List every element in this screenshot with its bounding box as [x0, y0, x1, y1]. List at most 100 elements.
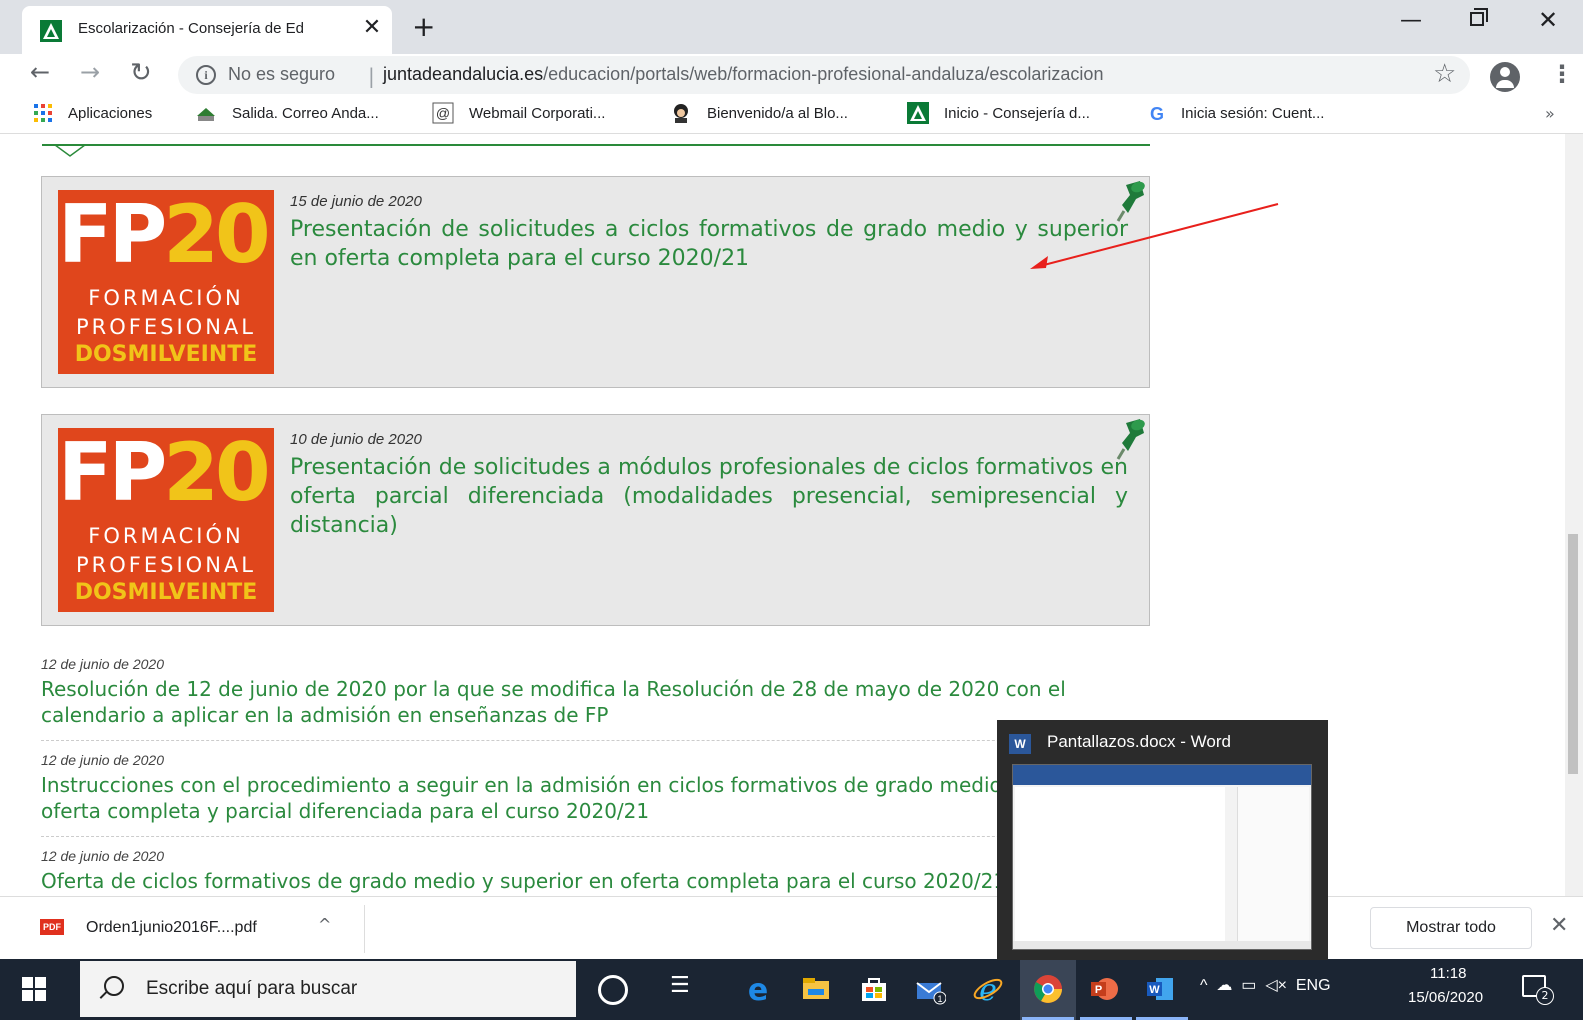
download-item[interactable]: Orden1junio2016F....pdf [86, 919, 257, 937]
windows-taskbar: Escribe aquí para buscar ☰ e 1 e P W ^ ☁… [0, 959, 1583, 1020]
bookmark-inicia-sesion[interactable]: Inicia sesión: Cuent... [1181, 105, 1324, 122]
featured-card[interactable]: FP20 FORMACIÓN PROFESIONAL DOSMILVEINTE … [41, 414, 1150, 626]
account-icon[interactable] [1490, 62, 1520, 92]
at-sign-icon: @ [432, 102, 454, 124]
page-content: FP20 FORMACIÓN PROFESIONAL DOSMILVEINTE … [0, 134, 1583, 896]
news-divider [41, 740, 1150, 741]
scrollbar-track[interactable] [1565, 134, 1583, 896]
bookmark-salida-correo[interactable]: Salida. Correo Anda... [232, 105, 379, 122]
reload-icon[interactable]: ↻ [130, 58, 152, 88]
show-all-button[interactable]: Mostrar todo [1370, 907, 1532, 949]
thumbnail-ribbon [1013, 765, 1311, 785]
card-title-link[interactable]: Presentación de solicitudes a ciclos for… [290, 215, 1128, 273]
junta-andalucia-icon [907, 102, 929, 124]
chrome-icon[interactable] [1032, 973, 1064, 1005]
download-divider [364, 905, 365, 953]
word-taskbar-preview[interactable]: W Pantallazos.docx - Word [997, 720, 1328, 960]
bookmark-webmail[interactable]: Webmail Corporati... [469, 105, 605, 122]
restore-icon[interactable] [1470, 8, 1488, 26]
volume-muted-icon: ◁× [1265, 977, 1287, 994]
browser-tab[interactable]: Escolarización - Consejería de Ed ✕ [22, 6, 392, 54]
fp20-logo-line2: PROFESIONAL [76, 315, 256, 339]
mail-badge: 1 [937, 994, 942, 1004]
svg-text:W: W [1149, 984, 1160, 996]
url-path: /educacion/portals/web/formacion-profesi… [543, 64, 1104, 84]
mail-outbox-icon [197, 108, 215, 121]
store-icon[interactable] [858, 973, 890, 1005]
fp20-logo-line3: DOSMILVEINTE [74, 342, 258, 367]
card-title-link[interactable]: Presentación de solicitudes a módulos pr… [290, 453, 1128, 540]
bookmarks-more-icon[interactable]: » [1545, 104, 1555, 123]
thumbnail-page [1015, 787, 1225, 942]
tab-title: Escolarización - Consejería de Ed [78, 20, 304, 37]
news-title-link[interactable]: Resolución de 12 de junio de 2020 por la… [41, 676, 1150, 728]
fp20-logo-line1: FORMACIÓN [88, 286, 244, 310]
news-title-link[interactable]: Oferta de ciclos formativos de grado med… [41, 868, 1150, 894]
clock-date[interactable]: 15/06/2020 [1408, 989, 1483, 1006]
file-explorer-icon[interactable] [800, 973, 832, 1005]
thumbnail-status-bar [1013, 941, 1311, 949]
internet-explorer-icon[interactable]: e [972, 973, 1004, 1005]
section-caret-icon [55, 144, 85, 157]
news-date: 12 de junio de 2020 [41, 848, 164, 864]
system-tray[interactable]: ^ ☁ ▭ ◁× ENG [1200, 975, 1331, 995]
taskbar-search-input[interactable]: Escribe aquí para buscar [80, 961, 576, 1017]
pushpin-icon [1116, 419, 1145, 460]
clock-time[interactable]: 11:18 [1430, 965, 1466, 982]
apps-grid-icon [34, 104, 52, 122]
svg-text:@: @ [436, 105, 450, 121]
news-date: 12 de junio de 2020 [41, 752, 164, 768]
svg-text:G: G [1150, 104, 1164, 124]
tab-close-icon[interactable]: ✕ [358, 15, 386, 40]
task-view-icon[interactable]: ☰ [670, 973, 702, 1005]
bookmark-inicio-consejeria[interactable]: Inicio - Consejería d... [944, 105, 1090, 122]
scrollbar-thumb[interactable] [1568, 534, 1578, 774]
fp20-logo: FP20 FORMACIÓN PROFESIONAL DOSMILVEINTE [58, 428, 274, 612]
bookmark-bienvenido[interactable]: Bienvenido/a al Blo... [707, 105, 848, 122]
menu-kebab-icon[interactable]: ⋮ [1550, 60, 1574, 88]
download-menu-chevron-icon[interactable]: ^ [318, 915, 331, 934]
tray-chevron-icon: ^ [1200, 977, 1208, 994]
news-title-link[interactable]: Instrucciones con el procedimiento a seg… [41, 772, 1150, 824]
fp20-logo-text: FP20 [58, 428, 271, 519]
search-icon [104, 976, 124, 996]
fp20-logo-line2: PROFESIONAL [76, 553, 256, 577]
list-item[interactable]: 12 de junio de 2020 Instrucciones con el… [41, 752, 1150, 824]
url-text[interactable]: juntadeandalucia.es/educacion/portals/we… [383, 64, 1103, 85]
url-separator: | [368, 64, 375, 88]
preview-thumbnail[interactable] [1012, 764, 1312, 950]
fp20-logo: FP20 FORMACIÓN PROFESIONAL DOSMILVEINTE [58, 190, 274, 374]
network-icon: ▭ [1241, 977, 1257, 994]
fp20-logo-line1: FORMACIÓN [88, 524, 244, 548]
featured-card[interactable]: FP20 FORMACIÓN PROFESIONAL DOSMILVEINTE … [41, 176, 1150, 388]
mail-icon[interactable]: 1 [914, 973, 946, 1005]
bookmark-aplicaciones[interactable]: Aplicaciones [68, 105, 152, 122]
address-bar[interactable]: i No es seguro | juntadeandalucia.es/edu… [178, 56, 1470, 94]
avatar-icon [674, 104, 688, 123]
info-icon[interactable]: i [196, 65, 216, 85]
annotation-arrow-icon [1030, 203, 1279, 269]
windows-start-icon[interactable] [22, 977, 46, 1001]
junta-andalucia-favicon-icon [40, 20, 62, 42]
forward-arrow-icon[interactable]: → [80, 58, 100, 86]
preview-title: Pantallazos.docx - Word [1047, 732, 1231, 751]
card-date: 15 de junio de 2020 [290, 193, 422, 210]
fp20-logo-line3: DOSMILVEINTE [74, 580, 258, 605]
list-item[interactable]: 12 de junio de 2020 Oferta de ciclos for… [41, 848, 1150, 894]
word-icon[interactable]: W [1144, 973, 1176, 1005]
word-icon: W [1009, 734, 1031, 754]
back-arrow-icon[interactable]: ← [30, 58, 50, 86]
news-divider [41, 836, 1150, 837]
new-tab-button[interactable]: + [412, 10, 435, 43]
powerpoint-icon[interactable]: P [1088, 973, 1120, 1005]
card-date: 10 de junio de 2020 [290, 431, 422, 448]
download-bar-close-icon[interactable]: ✕ [1550, 913, 1568, 938]
edge-icon[interactable]: e [742, 973, 774, 1005]
bookmark-star-icon[interactable]: ☆ [1433, 59, 1456, 89]
list-item[interactable]: 12 de junio de 2020 Resolución de 12 de … [41, 656, 1150, 728]
news-date: 12 de junio de 2020 [41, 656, 164, 672]
window-close-icon[interactable]: ✕ [1538, 6, 1558, 34]
cortana-icon[interactable] [598, 975, 628, 1005]
minimize-icon[interactable]: — [1400, 8, 1422, 33]
svg-text:e: e [979, 973, 997, 1005]
